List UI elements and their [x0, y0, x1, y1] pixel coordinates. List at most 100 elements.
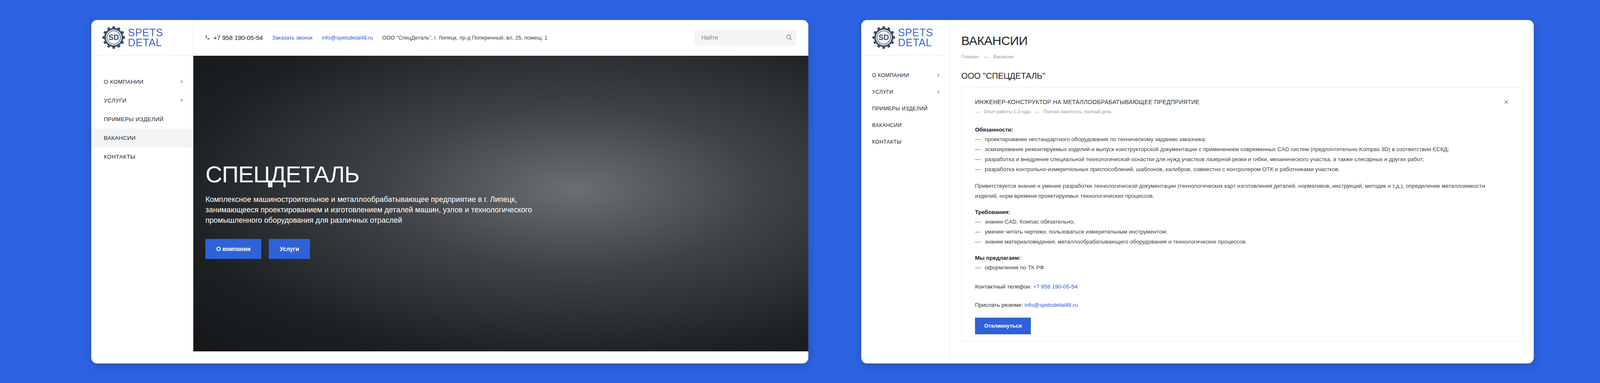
- list-text: знание материаловедения, металлообрабаты…: [985, 237, 1248, 248]
- logo-text: SPETSDETAL: [897, 27, 933, 48]
- bullet: —: [975, 154, 981, 165]
- hero-buttons: О компании Услуги: [205, 239, 809, 260]
- close-button[interactable]: ×: [1503, 97, 1509, 107]
- company-name: ООО "СПЕЦДЕТАЛЬ": [961, 70, 1523, 81]
- breadcrumb[interactable]: Вакансии: [993, 54, 1014, 60]
- section-heading: Требования:: [975, 207, 1509, 218]
- hero-button[interactable]: Услуги: [268, 239, 310, 260]
- menu-label: ВАКАНСИИ: [872, 122, 902, 129]
- menu-label: ПРИМЕРЫ ИЗДЕЛИЙ: [872, 105, 928, 112]
- menu-item[interactable]: УСЛУГИ: [861, 83, 950, 101]
- meta-item: —: [975, 107, 980, 116]
- list-text: умение читать чертежи, пользоваться изме…: [985, 227, 1168, 238]
- menu-label: КОНТАКТЫ: [872, 139, 902, 145]
- meta-item: Опыт работы 1-3 года: [983, 107, 1031, 116]
- vacancy-card: ИНЖЕНЕР-КОНСТРУКТОР НА МЕТАЛЛООБРАБАТЫВА…: [961, 87, 1523, 342]
- list-item: — оформление по ТК РФ: [975, 262, 1509, 273]
- logo-line: SPETS: [127, 27, 163, 38]
- search-icon[interactable]: [785, 34, 793, 41]
- logo-text: SPETSDETAL: [127, 27, 163, 48]
- logo-line: DETAL: [127, 37, 163, 48]
- menu-label: ПРИМЕРЫ ИЗДЕЛИЙ: [103, 116, 164, 123]
- sidebar-menu: О КОМПАНИИ УСЛУГИ ПРИМЕРЫ ИЗДЕЛИЙ ВАКАНСИИ К…: [861, 55, 950, 151]
- menu-item[interactable]: ПРИМЕРЫ ИЗДЕЛИЙ: [91, 110, 193, 129]
- contact-phone: Контактный телефон: +7 958 190-05-54: [975, 282, 1509, 292]
- logo[interactable]: SD SPETSDETAL: [861, 20, 950, 56]
- menu-item[interactable]: УСЛУГИ: [91, 91, 193, 110]
- sidebar: SD SPETSDETAL О КОМПАНИИ УСЛУГИ ПРИМЕРЫ ИЗДЕ…: [861, 20, 950, 364]
- chevron-icon: [179, 98, 183, 103]
- bullet: —: [975, 217, 981, 228]
- vacancy-note: Приветствуется знание и умение разработк…: [975, 181, 1509, 202]
- page-bottom: [193, 351, 809, 364]
- menu-item[interactable]: ВАКАНСИИ: [861, 117, 950, 134]
- page-title: ВАКАНСИИ: [961, 33, 1523, 49]
- bullet: —: [975, 227, 981, 238]
- logo-mark: SD: [102, 25, 126, 50]
- bullet: —: [975, 134, 981, 145]
- contact-label: Прислать резюме:: [975, 302, 1023, 309]
- bullet: —: [975, 144, 981, 155]
- callback-link[interactable]: Заказать звонок: [272, 34, 313, 41]
- meta-item: Полная занятость, полный день: [1043, 107, 1112, 116]
- hero-button[interactable]: О компании: [205, 239, 262, 260]
- menu-item[interactable]: О КОМПАНИИ: [861, 67, 950, 84]
- menu-label: О КОМПАНИИ: [103, 78, 144, 85]
- list-text: разработка контрольно-измерительных прис…: [985, 164, 1340, 175]
- logo-initials: SD: [108, 33, 119, 43]
- menu-label: О КОМПАНИИ: [872, 72, 910, 79]
- search-input[interactable]: [700, 33, 786, 42]
- hero-banner: СПЕЦДЕТАЛЬ Комплексное машиностроительное…: [193, 55, 809, 352]
- logo-line: SPETS: [897, 27, 933, 38]
- list-item: — знание CAD, Компас обязательно;: [975, 217, 1509, 228]
- email-link[interactable]: info@spetsdetal48.ru: [321, 34, 373, 41]
- email-link[interactable]: info@spetsdetal48.ru: [1024, 302, 1078, 309]
- hero-text: Комплексное машиностроительное и металло…: [205, 194, 535, 226]
- chevron-icon: [179, 80, 183, 84]
- menu-item[interactable]: КОНТАКТЫ: [91, 147, 193, 167]
- phone-icon: [205, 35, 210, 40]
- apply-button[interactable]: Откликнуться: [975, 317, 1031, 335]
- vacancy-meta: —Опыт работы 1-3 года—Полная занятость, …: [975, 107, 1509, 116]
- list-text: знание CAD, Компас обязательно;: [985, 217, 1075, 228]
- list-item: — разработка контрольно-измерительных при…: [975, 164, 1509, 175]
- menu-label: КОНТАКТЫ: [103, 153, 136, 160]
- bullet: —: [975, 262, 981, 273]
- sidebar: SD SPETSDETAL О КОМПАНИИ УСЛУГИ ПРИМЕРЫ ИЗДЕ…: [91, 20, 194, 364]
- list-item: — умение читать чертежи, пользоваться изм…: [975, 227, 1509, 238]
- menu-item[interactable]: КОНТАКТЫ: [861, 133, 950, 151]
- list-text: разработка и внедрение специальной техно…: [985, 154, 1425, 165]
- list-item: — знание материаловедения, металлообрабат…: [975, 237, 1509, 248]
- menu-label: УСЛУГИ: [103, 97, 127, 104]
- logo-line: DETAL: [897, 37, 933, 48]
- list-text: эскизирование ремонтируемых изделий и вы…: [985, 144, 1450, 155]
- header-bar: +7 958 190-05-54 Заказать звонок info@spet…: [193, 20, 809, 56]
- vacancy-title: ИНЖЕНЕР-КОНСТРУКТОР НА МЕТАЛЛООБРАБАТЫВА…: [975, 97, 1200, 107]
- sidebar-menu: О КОМПАНИИ УСЛУГИ ПРИМЕРЫ ИЗДЕЛИЙ ВАКАНСИИ К…: [91, 55, 193, 167]
- vacancy-header: ИНЖЕНЕР-КОНСТРУКТОР НА МЕТАЛЛООБРАБАТЫВА…: [975, 97, 1509, 107]
- menu-item[interactable]: ПРИМЕРЫ ИЗДЕЛИЙ: [861, 100, 950, 118]
- list-item: — эскизирование ремонтируемых изделий и в…: [975, 144, 1509, 155]
- logo-mark: SD: [872, 25, 896, 50]
- menu-item[interactable]: ВАКАНСИИ: [91, 128, 193, 148]
- presentation-stage: SDSPETSDETALО КОМПАНИИУСЛУГИПРИМЕРЫ ИЗДЕ…: [0, 0, 1600, 383]
- bullet: —: [975, 237, 981, 248]
- breadcrumb[interactable]: Главная: [961, 54, 979, 60]
- breadcrumbs: Главная — Вакансии: [961, 54, 1523, 60]
- breadcrumb: —: [983, 54, 989, 60]
- menu-item[interactable]: О КОМПАНИИ: [91, 72, 193, 92]
- phone-number: +7 958 190-05-54: [213, 34, 263, 42]
- phone-link[interactable]: +7 958 190-05-54: [1032, 283, 1078, 290]
- list-text: оформление по ТК РФ: [985, 262, 1045, 273]
- list-item: — разработка и внедрение специальной техн…: [975, 154, 1509, 165]
- logo-initials: SD: [878, 33, 889, 43]
- logo[interactable]: SD SPETSDETAL: [91, 20, 193, 56]
- vacancies-page-window: SD SPETSDETAL О КОМПАНИИ УСЛУГИ ПРИМЕРЫ ИЗДЕ…: [861, 20, 1534, 364]
- contact-label: Контактный телефон:: [975, 283, 1032, 290]
- hero-title: СПЕЦДЕТАЛЬ: [205, 162, 809, 188]
- list-text: проектирование нестандартного оборудован…: [985, 134, 1207, 145]
- menu-label: УСЛУГИ: [872, 89, 894, 95]
- bullet: —: [975, 164, 981, 175]
- main-content: ВАКАНСИИ Главная — Вакансии ООО "СПЕЦДЕТАЛЬ"…: [950, 20, 1534, 364]
- header-phone[interactable]: +7 958 190-05-54: [205, 34, 263, 42]
